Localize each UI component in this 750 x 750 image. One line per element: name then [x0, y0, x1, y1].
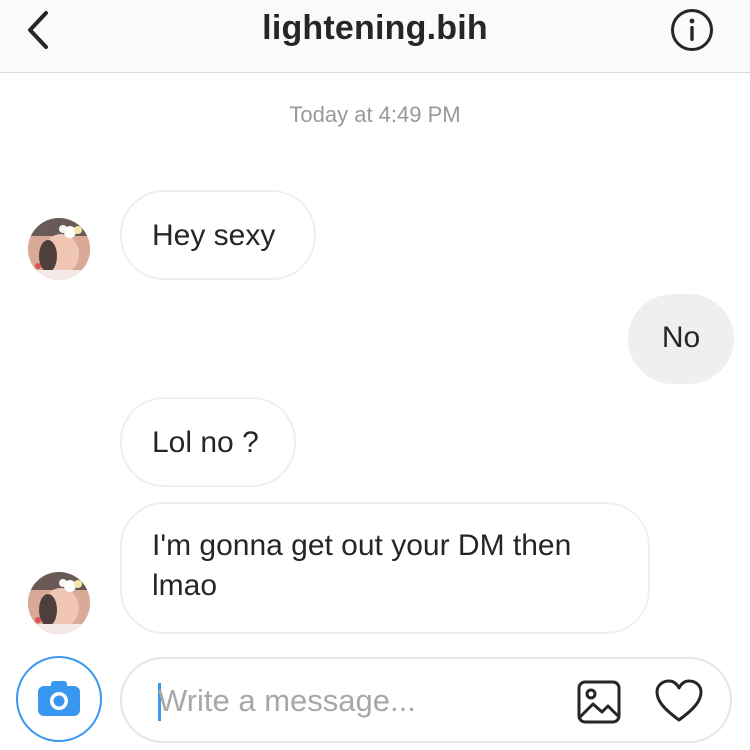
sender-avatar[interactable] [28, 572, 90, 634]
header-bar: lightening.bih [0, 0, 750, 73]
camera-icon [38, 681, 80, 716]
sender-avatar[interactable] [28, 218, 90, 280]
message-bubble-incoming[interactable]: Lol no ? [120, 397, 296, 487]
camera-button[interactable] [16, 656, 102, 742]
avatar-photo [28, 572, 90, 634]
avatar-photo [28, 218, 90, 280]
message-text: No [661, 321, 701, 354]
gallery-button[interactable] [576, 679, 622, 725]
like-button[interactable] [654, 677, 704, 727]
message-text: Hey sexy [152, 219, 276, 252]
message-input[interactable] [158, 681, 558, 721]
dm-thread-screen: lightening.bih Today at 4:49 PM Hey sexy [0, 0, 750, 750]
info-button[interactable] [670, 8, 714, 52]
message-text: I'm gonna get out your DM then lmao [152, 529, 572, 602]
message-composer [120, 657, 732, 743]
message-bubble-incoming[interactable]: I'm gonna get out your DM then lmao [120, 502, 650, 634]
info-icon [671, 9, 713, 51]
thread-timestamp: Today at 4:49 PM [289, 102, 461, 127]
camera-button-inner [26, 666, 92, 732]
message-text: Lol no ? [152, 426, 259, 459]
message-bubble-outgoing[interactable]: No [628, 294, 734, 384]
message-bubble-incoming[interactable]: Hey sexy [120, 190, 316, 280]
image-icon [577, 680, 621, 724]
conversation-title[interactable]: lightening.bih [0, 8, 750, 48]
heart-icon [655, 679, 703, 722]
